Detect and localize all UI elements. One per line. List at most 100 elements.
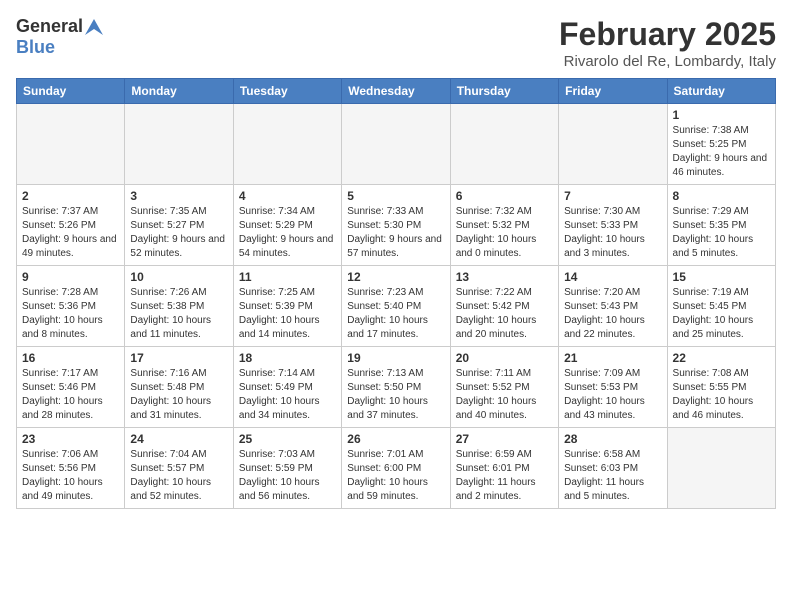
day-number: 10 [130,270,227,284]
calendar-day-cell: 2 Sunrise: 7:37 AM Sunset: 5:26 PM Daylig… [17,185,125,266]
day-number: 26 [347,432,444,446]
calendar-day-cell [342,104,450,185]
day-number: 15 [673,270,770,284]
calendar-week-row: 9Sunrise: 7:28 AM Sunset: 5:36 PM Daylig… [17,266,776,347]
day-number: 6 [456,189,553,203]
day-info: Sunrise: 7:20 AM Sunset: 5:43 PM Dayligh… [564,286,661,342]
calendar-week-row: 23 Sunrise: 7:06 AM Sunset: 5:56 PM Dayli… [17,428,776,509]
calendar-day-cell: 18Sunrise: 7:14 AM Sunset: 5:49 PM Dayli… [233,347,341,428]
day-info: Sunrise: 7:09 AM Sunset: 5:53 PM Dayligh… [564,367,661,423]
calendar-day-cell [233,104,341,185]
calendar-day-cell: 5 Sunrise: 7:33 AM Sunset: 5:30 PM Daylig… [342,185,450,266]
day-number: 14 [564,270,661,284]
day-info: Sunrise: 7:17 AM Sunset: 5:46 PM Dayligh… [22,367,119,423]
logo-bird-icon [85,19,103,35]
day-info: Sunrise: 7:11 AM Sunset: 5:52 PM Dayligh… [456,367,553,423]
calendar-week-row: 2 Sunrise: 7:37 AM Sunset: 5:26 PM Daylig… [17,185,776,266]
day-info: Sunrise: 7:28 AM Sunset: 5:36 PM Dayligh… [22,286,119,342]
day-number: 20 [456,351,553,365]
day-number: 12 [347,270,444,284]
day-info: Sunrise: 7:04 AM Sunset: 5:57 PM Dayligh… [130,448,227,504]
calendar-day-cell: 19 Sunrise: 7:13 AM Sunset: 5:50 PM Dayli… [342,347,450,428]
day-info: Sunrise: 7:03 AM Sunset: 5:59 PM Dayligh… [239,448,336,504]
calendar-day-cell [450,104,558,185]
calendar-day-cell: 10 Sunrise: 7:26 AM Sunset: 5:38 PM Dayli… [125,266,233,347]
calendar-day-cell: 8Sunrise: 7:29 AM Sunset: 5:35 PM Daylig… [667,185,775,266]
calendar-day-cell [559,104,667,185]
calendar-day-cell: 26Sunrise: 7:01 AM Sunset: 6:00 PM Dayli… [342,428,450,509]
weekday-header: Saturday [667,79,775,104]
day-number: 7 [564,189,661,203]
calendar-day-cell: 11Sunrise: 7:25 AM Sunset: 5:39 PM Dayli… [233,266,341,347]
day-number: 17 [130,351,227,365]
calendar-day-cell: 20 Sunrise: 7:11 AM Sunset: 5:52 PM Dayli… [450,347,558,428]
calendar-header-row: SundayMondayTuesdayWednesdayThursdayFrid… [17,79,776,104]
day-number: 18 [239,351,336,365]
day-info: Sunrise: 7:29 AM Sunset: 5:35 PM Dayligh… [673,205,770,261]
day-info: Sunrise: 7:30 AM Sunset: 5:33 PM Dayligh… [564,205,661,261]
calendar-day-cell: 14 Sunrise: 7:20 AM Sunset: 5:43 PM Dayli… [559,266,667,347]
weekday-header: Tuesday [233,79,341,104]
day-number: 25 [239,432,336,446]
calendar-day-cell: 15 Sunrise: 7:19 AM Sunset: 5:45 PM Dayli… [667,266,775,347]
calendar-day-cell: 25 Sunrise: 7:03 AM Sunset: 5:59 PM Dayli… [233,428,341,509]
day-number: 24 [130,432,227,446]
day-info: Sunrise: 7:37 AM Sunset: 5:26 PM Dayligh… [22,205,119,261]
day-number: 28 [564,432,661,446]
day-number: 3 [130,189,227,203]
calendar-day-cell: 12 Sunrise: 7:23 AM Sunset: 5:40 PM Dayli… [342,266,450,347]
calendar-table: SundayMondayTuesdayWednesdayThursdayFrid… [16,78,776,509]
calendar-day-cell: 6 Sunrise: 7:32 AM Sunset: 5:32 PM Daylig… [450,185,558,266]
day-info: Sunrise: 7:19 AM Sunset: 5:45 PM Dayligh… [673,286,770,342]
weekday-header: Friday [559,79,667,104]
calendar-week-row: 1Sunrise: 7:38 AM Sunset: 5:25 PM Daylig… [17,104,776,185]
page-header: General Blue February 2025 Rivarolo del … [16,16,776,70]
calendar-day-cell: 21 Sunrise: 7:09 AM Sunset: 5:53 PM Dayli… [559,347,667,428]
day-number: 27 [456,432,553,446]
calendar-week-row: 16 Sunrise: 7:17 AM Sunset: 5:46 PM Dayli… [17,347,776,428]
day-number: 23 [22,432,119,446]
calendar-day-cell: 16 Sunrise: 7:17 AM Sunset: 5:46 PM Dayli… [17,347,125,428]
day-info: Sunrise: 7:13 AM Sunset: 5:50 PM Dayligh… [347,367,444,423]
day-number: 21 [564,351,661,365]
logo-general-text: General [16,16,83,37]
calendar-day-cell: 9Sunrise: 7:28 AM Sunset: 5:36 PM Daylig… [17,266,125,347]
title-block: February 2025 Rivarolo del Re, Lombardy,… [559,16,776,70]
day-number: 13 [456,270,553,284]
calendar-day-cell [17,104,125,185]
calendar-day-cell: 3 Sunrise: 7:35 AM Sunset: 5:27 PM Daylig… [125,185,233,266]
calendar-day-cell [125,104,233,185]
logo: General Blue [16,16,103,58]
calendar-day-cell: 7 Sunrise: 7:30 AM Sunset: 5:33 PM Daylig… [559,185,667,266]
calendar-day-cell: 24 Sunrise: 7:04 AM Sunset: 5:57 PM Dayli… [125,428,233,509]
calendar-day-cell [667,428,775,509]
day-info: Sunrise: 7:26 AM Sunset: 5:38 PM Dayligh… [130,286,227,342]
day-number: 19 [347,351,444,365]
day-info: Sunrise: 7:35 AM Sunset: 5:27 PM Dayligh… [130,205,227,261]
day-info: Sunrise: 7:08 AM Sunset: 5:55 PM Dayligh… [673,367,770,423]
day-number: 11 [239,270,336,284]
calendar-day-cell: 22 Sunrise: 7:08 AM Sunset: 5:55 PM Dayli… [667,347,775,428]
day-info: Sunrise: 7:38 AM Sunset: 5:25 PM Dayligh… [673,124,770,180]
day-info: Sunrise: 6:58 AM Sunset: 6:03 PM Dayligh… [564,448,661,504]
day-number: 2 [22,189,119,203]
day-info: Sunrise: 7:32 AM Sunset: 5:32 PM Dayligh… [456,205,553,261]
day-info: Sunrise: 7:33 AM Sunset: 5:30 PM Dayligh… [347,205,444,261]
day-info: Sunrise: 7:06 AM Sunset: 5:56 PM Dayligh… [22,448,119,504]
day-info: Sunrise: 6:59 AM Sunset: 6:01 PM Dayligh… [456,448,553,504]
calendar-day-cell: 28 Sunrise: 6:58 AM Sunset: 6:03 PM Dayli… [559,428,667,509]
day-number: 22 [673,351,770,365]
day-number: 16 [22,351,119,365]
weekday-header: Wednesday [342,79,450,104]
day-number: 5 [347,189,444,203]
calendar-day-cell: 27 Sunrise: 6:59 AM Sunset: 6:01 PM Dayli… [450,428,558,509]
day-info: Sunrise: 7:23 AM Sunset: 5:40 PM Dayligh… [347,286,444,342]
page-subtitle: Rivarolo del Re, Lombardy, Italy [559,53,776,70]
weekday-header: Monday [125,79,233,104]
calendar-day-cell: 13Sunrise: 7:22 AM Sunset: 5:42 PM Dayli… [450,266,558,347]
page-title: February 2025 [559,16,776,53]
day-info: Sunrise: 7:16 AM Sunset: 5:48 PM Dayligh… [130,367,227,423]
day-number: 4 [239,189,336,203]
weekday-header: Sunday [17,79,125,104]
weekday-header: Thursday [450,79,558,104]
